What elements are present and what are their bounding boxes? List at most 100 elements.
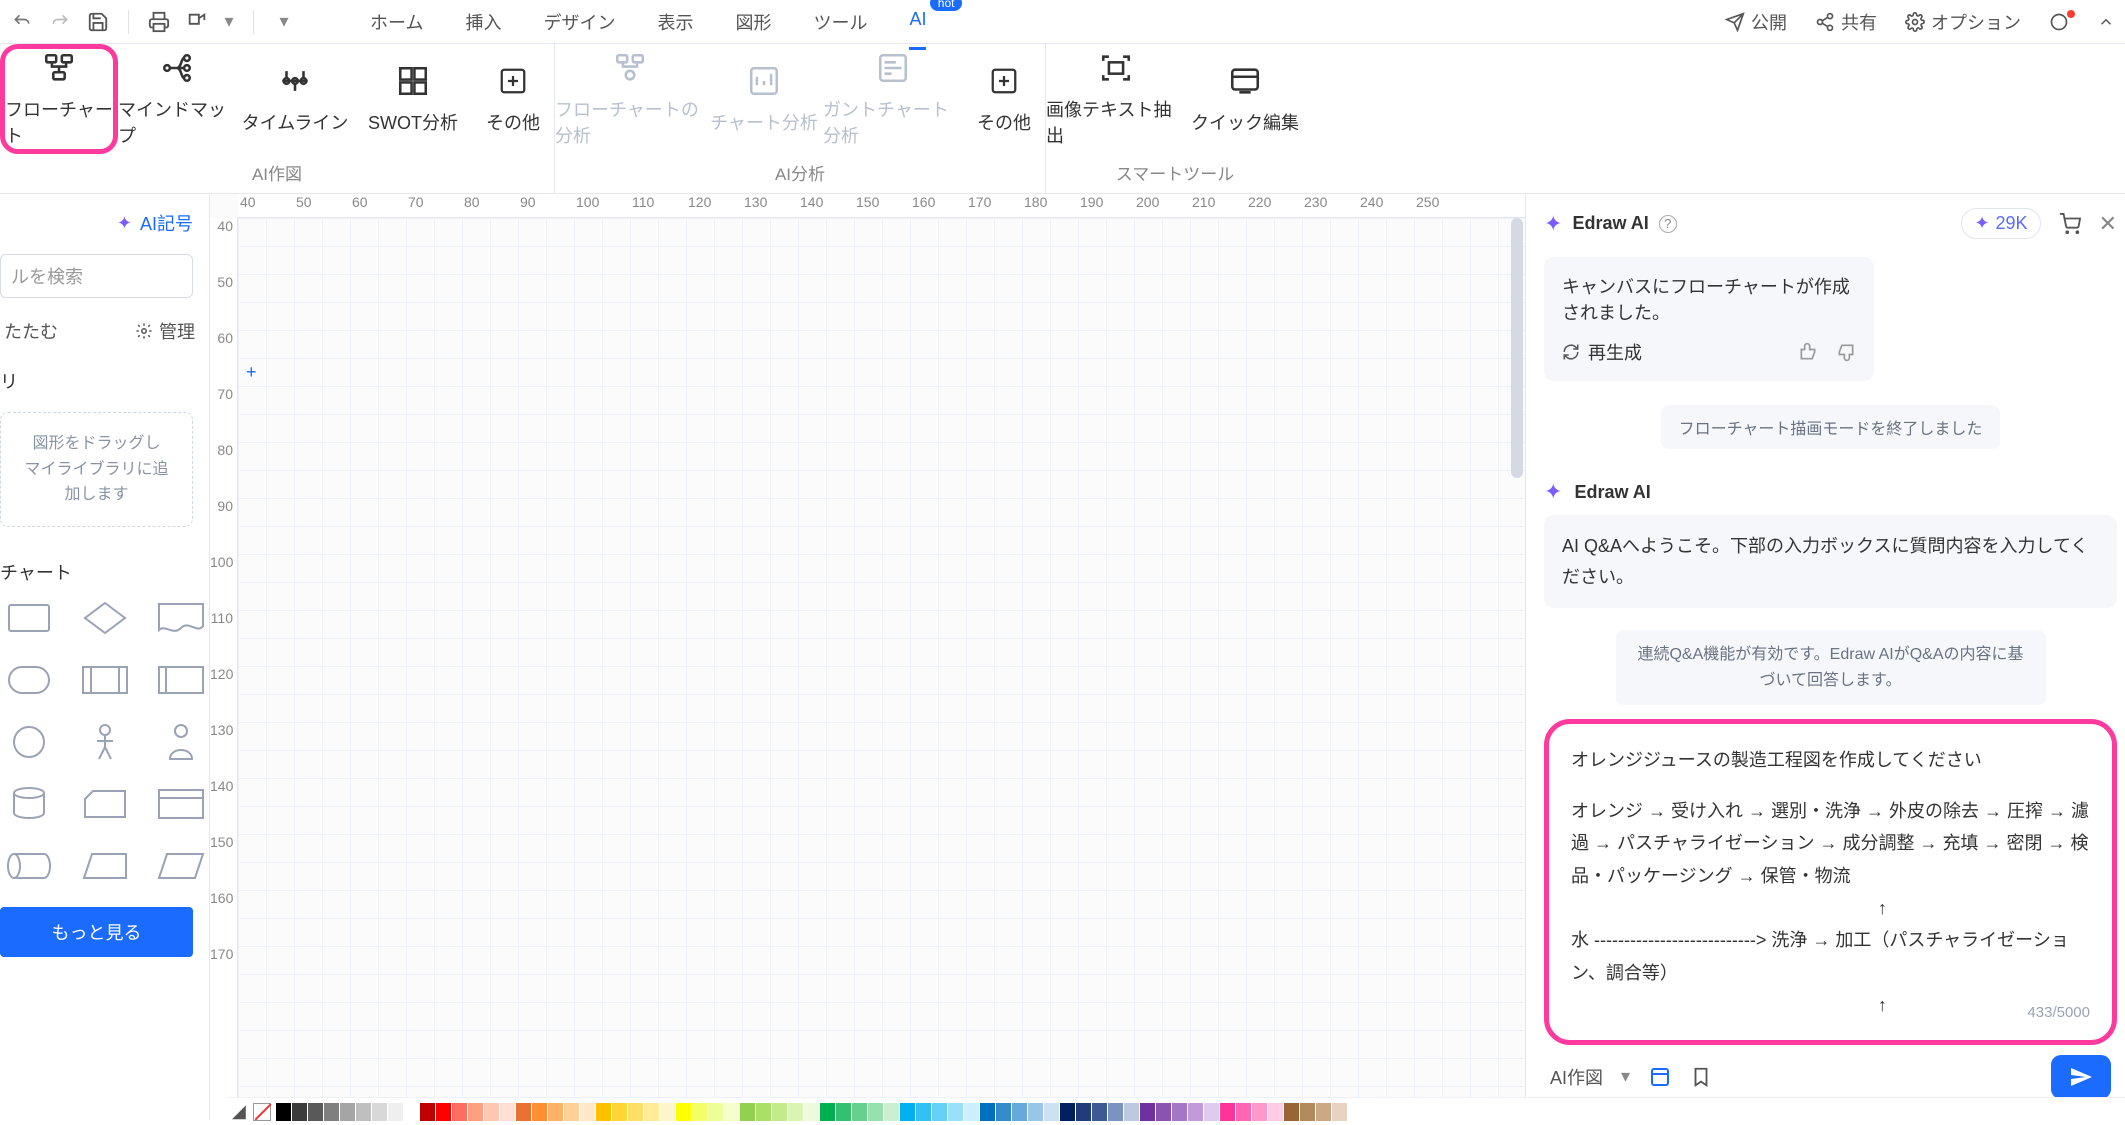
color-swatch[interactable] (388, 1103, 403, 1121)
ribbon-flowchart-button[interactable]: フローチャート (0, 44, 118, 154)
color-swatch[interactable] (788, 1103, 803, 1121)
help-icon[interactable]: ? (1659, 215, 1677, 233)
color-swatch[interactable] (772, 1103, 787, 1121)
print-icon[interactable] (147, 10, 171, 34)
color-swatch[interactable] (420, 1103, 435, 1121)
export-icon[interactable] (185, 10, 209, 34)
color-swatch[interactable] (596, 1103, 611, 1121)
color-swatch[interactable] (1188, 1103, 1203, 1121)
color-swatch[interactable] (276, 1103, 291, 1121)
color-swatch[interactable] (1172, 1103, 1187, 1121)
send-button[interactable] (2051, 1055, 2111, 1099)
redo-icon[interactable] (48, 10, 72, 34)
color-swatch[interactable] (484, 1103, 499, 1121)
color-swatch[interactable] (500, 1103, 515, 1121)
thumbs-up-icon[interactable] (1798, 342, 1818, 362)
tab-shapes[interactable]: 図形 (735, 1, 771, 43)
shape-circle[interactable] (2, 721, 56, 763)
color-swatch[interactable] (1332, 1103, 1347, 1121)
save-icon[interactable] (86, 10, 110, 34)
color-swatch[interactable] (628, 1103, 643, 1121)
canvas-grid[interactable] (238, 218, 1525, 1120)
shape-trapezoid[interactable] (78, 845, 132, 887)
thumbs-down-icon[interactable] (1836, 342, 1856, 362)
color-swatch[interactable] (724, 1103, 739, 1121)
shape-rect[interactable] (2, 597, 56, 639)
ribbon-ocr-button[interactable]: 画像テキスト抽出 (1046, 44, 1186, 154)
color-swatch[interactable] (1092, 1103, 1107, 1121)
ai-symbol-button[interactable]: ✦ AI記号 (0, 202, 199, 248)
color-swatch[interactable] (1044, 1103, 1059, 1121)
color-swatch[interactable] (804, 1103, 819, 1121)
vertical-scrollbar[interactable] (1511, 218, 1523, 478)
export-dropdown-icon[interactable]: ▾ (223, 10, 235, 34)
color-swatch[interactable] (516, 1103, 531, 1121)
shape-parallelogram[interactable] (154, 845, 208, 887)
undo-icon[interactable] (10, 10, 34, 34)
ribbon-swot-button[interactable]: SWOT分析 (354, 44, 472, 154)
color-swatch[interactable] (996, 1103, 1011, 1121)
color-swatch[interactable] (548, 1103, 563, 1121)
more-dropdown-icon[interactable]: ▾ (272, 10, 296, 34)
color-swatch[interactable] (644, 1103, 659, 1121)
attach-icon[interactable] (1648, 1065, 1672, 1089)
color-swatch[interactable] (1236, 1103, 1251, 1121)
color-swatch[interactable] (1108, 1103, 1123, 1121)
ribbon-flow-analysis-button[interactable]: フローチャートの分析 (555, 44, 705, 154)
cart-icon[interactable] (2059, 213, 2081, 235)
color-swatch[interactable] (1140, 1103, 1155, 1121)
color-swatch[interactable] (612, 1103, 627, 1121)
tab-design[interactable]: デザイン (543, 1, 615, 43)
ribbon-gantt-analysis-button[interactable]: ガントチャート分析 (823, 44, 963, 154)
color-swatch[interactable] (1156, 1103, 1171, 1121)
color-swatch[interactable] (1316, 1103, 1331, 1121)
color-swatch[interactable] (852, 1103, 867, 1121)
color-swatch[interactable] (580, 1103, 595, 1121)
color-swatch[interactable] (756, 1103, 771, 1121)
color-swatch[interactable] (292, 1103, 307, 1121)
color-swatch[interactable] (1252, 1103, 1267, 1121)
color-swatch[interactable] (1028, 1103, 1043, 1121)
color-swatch[interactable] (356, 1103, 371, 1121)
fold-button[interactable]: たたむ (4, 318, 58, 344)
shape-person1[interactable] (78, 721, 132, 763)
color-swatch[interactable] (964, 1103, 979, 1121)
color-swatch[interactable] (692, 1103, 707, 1121)
share-button[interactable]: 共有 (1815, 9, 1877, 35)
shape-diamond[interactable] (78, 597, 132, 639)
color-swatch[interactable] (308, 1103, 323, 1121)
token-balance[interactable]: ✦ 29K (1961, 208, 2040, 239)
search-input[interactable]: ルを検索 (0, 254, 193, 298)
ribbon-chart-analysis-button[interactable]: チャート分析 (705, 44, 823, 154)
ribbon-other1-button[interactable]: その他 (472, 44, 554, 154)
color-swatch[interactable] (532, 1103, 547, 1121)
tab-tools[interactable]: ツール (813, 1, 867, 43)
shape-rect-top[interactable] (154, 783, 208, 825)
color-swatch[interactable] (708, 1103, 723, 1121)
shape-document[interactable] (154, 597, 208, 639)
color-swatch[interactable] (1268, 1103, 1283, 1121)
color-swatch[interactable] (836, 1103, 851, 1121)
drop-hint[interactable]: 図形をドラッグし マイライブラリに追 加します (0, 412, 193, 527)
no-fill-swatch[interactable] (253, 1103, 271, 1121)
color-swatch[interactable] (1124, 1103, 1139, 1121)
color-swatch[interactable] (868, 1103, 883, 1121)
color-swatch[interactable] (948, 1103, 963, 1121)
color-swatch[interactable] (372, 1103, 387, 1121)
color-swatch[interactable] (1060, 1103, 1075, 1121)
mode-dropdown-icon[interactable]: ▾ (1621, 1066, 1630, 1087)
canvas[interactable]: 4050607080901001101201301401501601701801… (210, 194, 1525, 1120)
ai-input-box[interactable]: オレンジジュースの製造工程図を作成してください オレンジ → 受け入れ → 選別… (1544, 719, 2117, 1044)
close-icon[interactable]: ✕ (2099, 211, 2117, 237)
color-swatch[interactable] (468, 1103, 483, 1121)
shape-person2[interactable] (154, 721, 208, 763)
color-swatch[interactable] (404, 1103, 419, 1121)
color-swatch[interactable] (1220, 1103, 1235, 1121)
color-swatch[interactable] (676, 1103, 691, 1121)
color-swatch[interactable] (564, 1103, 579, 1121)
color-swatch[interactable] (452, 1103, 467, 1121)
shape-card[interactable] (78, 783, 132, 825)
color-swatch[interactable] (1012, 1103, 1027, 1121)
notification-icon[interactable] (2049, 12, 2069, 32)
ribbon-mindmap-button[interactable]: マインドマップ (118, 44, 236, 154)
